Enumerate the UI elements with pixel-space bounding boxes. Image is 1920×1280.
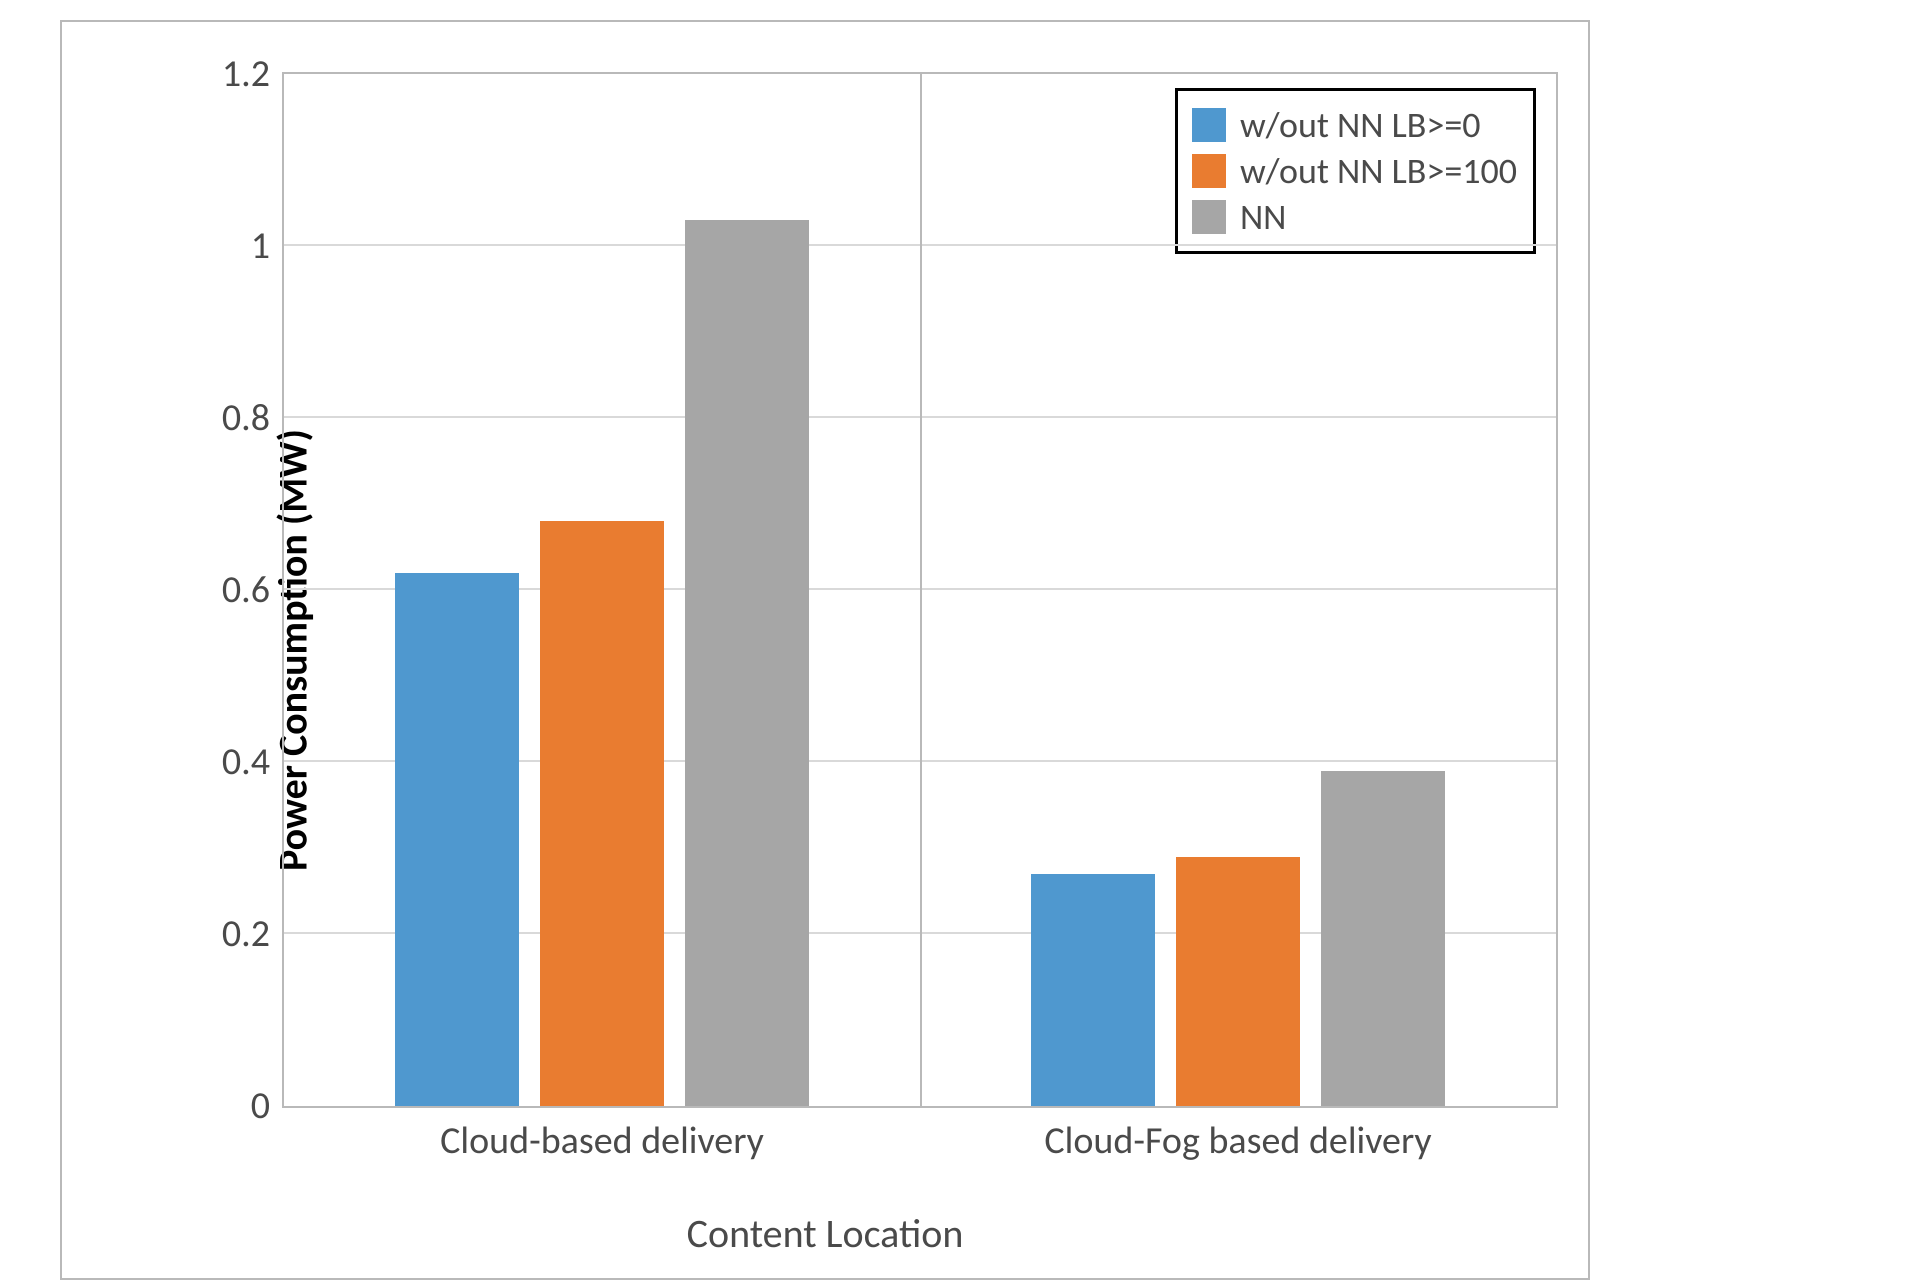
y-tick-label: 0.6 bbox=[222, 567, 284, 613]
y-tick-label: 1.2 bbox=[222, 51, 284, 97]
category-divider bbox=[920, 74, 922, 1106]
legend-swatch bbox=[1192, 154, 1226, 188]
y-tick-label: 0.4 bbox=[222, 739, 284, 785]
chart-container: Power Consumption (MW) w/out NN LB>=0w/o… bbox=[60, 20, 1590, 1280]
legend: w/out NN LB>=0w/out NN LB>=100NN bbox=[1175, 88, 1536, 254]
legend-label: NN bbox=[1240, 195, 1286, 239]
legend-item: NN bbox=[1192, 195, 1517, 239]
y-tick-label: 0.2 bbox=[222, 911, 284, 957]
plot-area: w/out NN LB>=0w/out NN LB>=100NN 00.20.4… bbox=[282, 72, 1558, 1108]
bar bbox=[1176, 857, 1299, 1106]
bar bbox=[1321, 771, 1444, 1106]
y-tick-label: 1 bbox=[251, 223, 284, 269]
legend-label: w/out NN LB>=100 bbox=[1240, 149, 1517, 193]
legend-label: w/out NN LB>=0 bbox=[1240, 103, 1481, 147]
bar bbox=[540, 521, 663, 1106]
legend-swatch bbox=[1192, 108, 1226, 142]
y-tick-label: 0.8 bbox=[222, 395, 284, 441]
bar bbox=[1031, 874, 1154, 1106]
legend-item: w/out NN LB>=0 bbox=[1192, 103, 1517, 147]
x-axis-label: Content Location bbox=[62, 1209, 1588, 1258]
bar bbox=[395, 573, 518, 1106]
category-label: Cloud-Fog based delivery bbox=[920, 1106, 1556, 1164]
legend-swatch bbox=[1192, 200, 1226, 234]
y-tick-label: 0 bbox=[251, 1083, 284, 1129]
category-label: Cloud-based delivery bbox=[284, 1106, 920, 1164]
bar bbox=[685, 220, 808, 1106]
legend-item: w/out NN LB>=100 bbox=[1192, 149, 1517, 193]
